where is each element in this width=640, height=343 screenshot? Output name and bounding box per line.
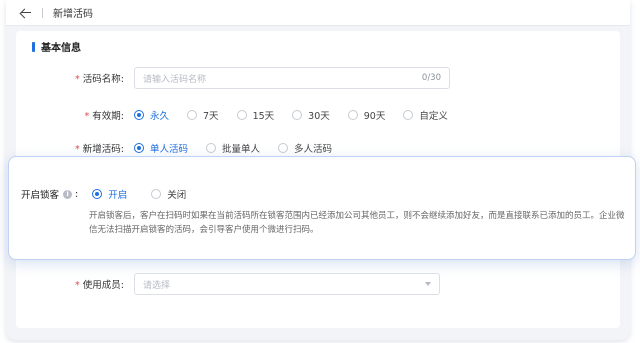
top-bar: 新增活码 — [6, 0, 630, 26]
page-title: 新增活码 — [53, 9, 93, 20]
char-counter: 0/30 — [421, 73, 441, 83]
members-row: * 使用成员: 请选择 — [14, 273, 440, 295]
name-label: * 活码名称: — [75, 74, 124, 85]
validity-option-custom[interactable]: 自定义 — [403, 108, 448, 122]
members-placeholder: 请选择 — [143, 280, 171, 291]
members-label: * 使用成员: — [75, 280, 124, 291]
radio-icon — [292, 110, 303, 120]
name-row: * 活码名称: 请输入活码名称 0/30 — [14, 67, 450, 89]
validity-option-30d[interactable]: 30天 — [292, 108, 330, 122]
required-mark: * — [75, 74, 80, 85]
lock-option-on[interactable]: 开启 — [92, 187, 127, 201]
lock-description: 开启锁客后，客户在扫码时如果在当前活码所在锁客范围内已经添加公司其他员工，则不会… — [89, 211, 625, 235]
lock-colon: : — [75, 188, 79, 200]
section-accent-bar — [32, 41, 35, 52]
radio-selected-icon — [92, 189, 103, 199]
lock-radio-group: 开启 关闭 — [92, 187, 204, 201]
section-title: 基本信息 — [41, 43, 81, 54]
lock-option-off[interactable]: 关闭 — [151, 187, 186, 201]
lock-label: 开启锁客 — [21, 190, 60, 201]
radio-icon — [403, 110, 414, 120]
validity-label: * 有效期: — [84, 111, 124, 122]
lock-customer-panel: 开启锁客 i : 开启 关闭 开启锁客后，客户在扫码时如果在当前活码所在锁客范围… — [8, 156, 636, 260]
type-row: * 新增活码: 单人活码 批量单人 多人活码 — [14, 141, 350, 155]
type-label: * 新增活码: — [75, 144, 124, 155]
divider — [42, 7, 43, 18]
back-arrow-icon[interactable] — [18, 6, 32, 20]
info-icon[interactable]: i — [63, 189, 73, 199]
type-radio-group: 单人活码 批量单人 多人活码 — [134, 141, 350, 155]
type-option-batch[interactable]: 批量单人 — [206, 141, 260, 155]
required-mark: * — [84, 111, 90, 122]
name-placeholder: 请输入活码名称 — [143, 74, 207, 85]
section-header: 基本信息 — [32, 39, 81, 54]
radio-icon — [151, 189, 162, 199]
required-mark: * — [75, 280, 80, 291]
chevron-down-icon — [425, 282, 431, 286]
radio-icon — [236, 110, 247, 120]
validity-option-7d[interactable]: 7天 — [187, 108, 219, 122]
required-mark: * — [75, 144, 80, 155]
validity-option-90d[interactable]: 90天 — [347, 108, 385, 122]
validity-option-15d[interactable]: 15天 — [236, 108, 274, 122]
lock-row: 开启锁客 i : 开启 关闭 — [21, 187, 204, 202]
radio-icon — [206, 143, 217, 153]
radio-selected-icon — [134, 143, 144, 153]
code-name-input[interactable]: 请输入活码名称 0/30 — [134, 67, 450, 89]
validity-row: * 有效期: 永久 7天 15天 30天 90天 自定义 — [14, 108, 466, 122]
radio-icon — [278, 143, 289, 153]
type-option-multi[interactable]: 多人活码 — [278, 141, 332, 155]
validity-radio-group: 永久 7天 15天 30天 90天 自定义 — [134, 108, 466, 122]
type-option-single[interactable]: 单人活码 — [134, 141, 188, 155]
radio-selected-icon — [134, 110, 144, 120]
members-select[interactable]: 请选择 — [134, 273, 440, 295]
radio-icon — [187, 110, 198, 120]
validity-option-permanent[interactable]: 永久 — [134, 108, 169, 122]
radio-icon — [347, 110, 358, 120]
